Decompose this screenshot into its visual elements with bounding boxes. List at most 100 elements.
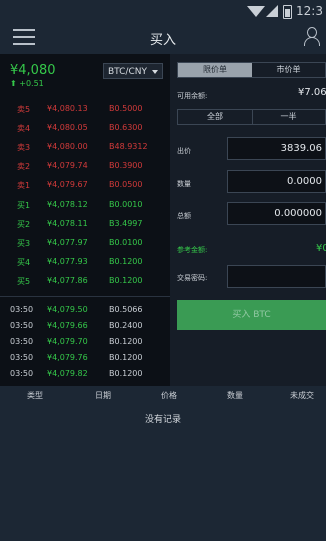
ask-amount: B48.9312 [109, 142, 148, 151]
ask-label: 卖1 [17, 181, 31, 190]
divider [0, 296, 170, 297]
trade-amount: B0.1200 [109, 369, 143, 378]
trade-time: 03:50 [10, 353, 34, 362]
trade-amount: B0.5066 [109, 305, 143, 314]
col-unfilled: 未成交 [290, 391, 314, 400]
ask-row[interactable]: 卖5 ¥4,080.13 B0.5000 [0, 99, 170, 118]
status-bar: 12:3 [0, 0, 326, 22]
ask-row[interactable]: 卖4 ¥4,080.05 B0.6300 [0, 118, 170, 137]
col-price: 价格 [161, 391, 177, 400]
trade-time: 03:50 [10, 369, 34, 378]
top-bar: 买入 [0, 22, 326, 54]
trade-price: ¥4,079.50 [47, 305, 88, 314]
total-field[interactable]: 0.000000 [227, 202, 326, 225]
trade-row: 03:50 ¥4,079.70 B0.1200 [0, 334, 170, 350]
trade-price: ¥4,079.66 [47, 321, 88, 330]
orders-table-header: 类型 日期 价格 数量 未成交 [0, 386, 326, 404]
trade-amount: B0.2400 [109, 321, 143, 330]
order-form: 限价单 市价单 可用余额: ¥7.06 全部 一半 出价 3839.06 数量 … [170, 54, 326, 386]
bid-price: ¥4,077.97 [47, 238, 88, 247]
ask-amount: B0.0500 [109, 180, 143, 189]
order-type-tabs: 限价单 市价单 [177, 62, 326, 78]
price-label: 出价 [177, 147, 191, 155]
bid-amount: B0.1200 [109, 276, 143, 285]
bid-amount: B0.0010 [109, 200, 143, 209]
bid-row[interactable]: 买3 ¥4,077.97 B0.0100 [0, 233, 170, 252]
bid-label: 买3 [17, 239, 31, 248]
wifi-icon [247, 6, 265, 17]
bid-label: 买5 [17, 277, 31, 286]
half-button[interactable]: 一半 [252, 110, 325, 124]
ask-price: ¥4,080.05 [47, 123, 88, 132]
empty-message: 没有记录 [144, 415, 181, 425]
estimate-value: ¥0 [316, 243, 326, 254]
pair-label: BTC/CNY [108, 67, 147, 77]
bid-row[interactable]: 买4 ¥4,077.93 B0.1200 [0, 252, 170, 271]
ask-row[interactable]: 卖2 ¥4,079.74 B0.3900 [0, 156, 170, 175]
trade-amount: B0.1200 [109, 337, 143, 346]
bid-price: ¥4,077.93 [47, 257, 88, 266]
available-label: 可用余额: [177, 92, 208, 100]
status-time: 12:3 [296, 4, 323, 18]
ask-label: 卖5 [17, 105, 31, 114]
trade-price: ¥4,079.70 [47, 337, 88, 346]
trade-price: ¥4,079.82 [47, 369, 88, 378]
bid-label: 买2 [17, 220, 31, 229]
trade-panel: ¥4,080 ⬆ +0.51 BTC/CNY 卖5 ¥4,080.13 B0.5… [0, 54, 326, 386]
signal-icon [266, 5, 278, 17]
trade-amount: B0.1200 [109, 353, 143, 362]
col-date: 日期 [95, 391, 111, 400]
ask-label: 卖3 [17, 143, 31, 152]
bid-amount: B0.0100 [109, 238, 143, 247]
ask-label: 卖2 [17, 162, 31, 171]
buy-button[interactable]: 买入 BTC [177, 300, 326, 330]
trade-time: 03:50 [10, 337, 34, 346]
trade-time: 03:50 [10, 305, 34, 314]
bid-price: ¥4,078.12 [47, 200, 88, 209]
col-type: 类型 [27, 391, 43, 400]
bid-label: 买4 [17, 258, 31, 267]
user-icon[interactable] [303, 27, 321, 47]
amount-field[interactable]: 0.0000 [227, 170, 326, 193]
ask-amount: B0.6300 [109, 123, 143, 132]
ask-price: ¥4,080.13 [47, 104, 88, 113]
bid-row[interactable]: 买5 ¥4,077.86 B0.1200 [0, 271, 170, 290]
last-price: ¥4,080 [10, 63, 56, 78]
bid-row[interactable]: 买1 ¥4,078.12 B0.0010 [0, 195, 170, 214]
tab-limit-order[interactable]: 限价单 [178, 63, 252, 77]
price-change: ⬆ +0.51 [10, 79, 44, 88]
price-field[interactable]: 3839.06 [227, 137, 326, 160]
ask-price: ¥4,079.67 [47, 180, 88, 189]
col-amount: 数量 [227, 391, 243, 400]
ask-price: ¥4,079.74 [47, 161, 88, 170]
app-root: 12:3 买入 ¥4,080 ⬆ +0.51 BTC/CNY 卖5 ¥4,080… [0, 0, 326, 541]
ask-price: ¥4,080.00 [47, 142, 88, 151]
orders-list: 没有记录 [0, 404, 326, 541]
bid-amount: B0.1200 [109, 257, 143, 266]
pair-selector[interactable]: BTC/CNY [103, 63, 163, 79]
trade-row: 03:50 ¥4,079.66 B0.2400 [0, 318, 170, 334]
estimate-label: 参考金额: [177, 246, 208, 254]
available-balance: ¥7.06 [298, 87, 326, 98]
ask-row[interactable]: 卖1 ¥4,079.67 B0.0500 [0, 175, 170, 194]
page-title: 买入 [149, 33, 176, 48]
ask-row[interactable]: 卖3 ¥4,080.00 B48.9312 [0, 137, 170, 156]
total-label: 总额 [177, 212, 191, 220]
bid-amount: B3.4997 [109, 219, 143, 228]
tab-market-order[interactable]: 市价单 [252, 63, 325, 77]
trade-row: 03:50 ¥4,079.50 B0.5066 [0, 302, 170, 318]
trade-price: ¥4,079.76 [47, 353, 88, 362]
bid-label: 买1 [17, 201, 31, 210]
trade-row: 03:50 ¥4,079.76 B0.1200 [0, 350, 170, 366]
trade-row: 03:50 ¥4,079.82 B0.1200 [0, 366, 170, 382]
bid-row[interactable]: 买2 ¥4,078.11 B3.4997 [0, 214, 170, 233]
ask-amount: B0.5000 [109, 104, 143, 113]
market-panel: ¥4,080 ⬆ +0.51 BTC/CNY 卖5 ¥4,080.13 B0.5… [0, 54, 170, 386]
password-field[interactable] [227, 265, 326, 288]
chevron-down-icon [152, 70, 158, 74]
battery-icon [283, 5, 292, 19]
all-button[interactable]: 全部 [178, 110, 253, 124]
amount-label: 数量 [177, 180, 191, 188]
amount-shortcut: 全部 一半 [177, 109, 326, 125]
trade-time: 03:50 [10, 321, 34, 330]
